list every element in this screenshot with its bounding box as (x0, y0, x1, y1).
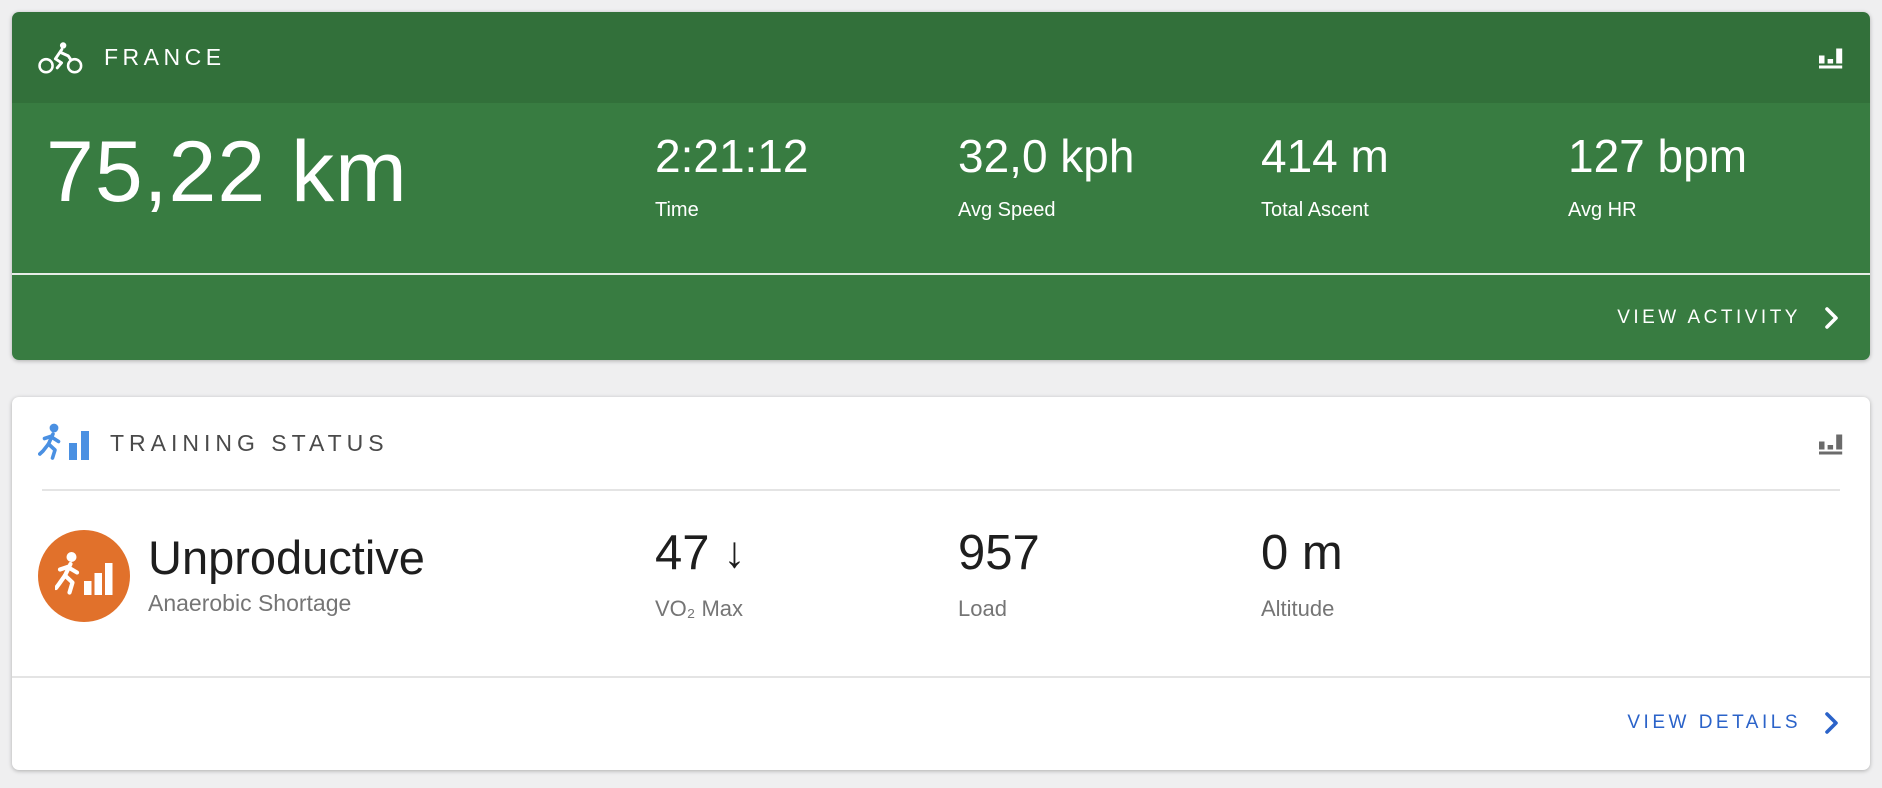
stat-avg-speed-label: Avg Speed (958, 199, 1056, 221)
training-status-title: TRAINING STATUS (110, 429, 389, 456)
training-card-header: TRAINING STATUS (12, 397, 1870, 489)
training-card-footer: VIEW DETAILS (12, 678, 1870, 767)
stat-altitude-label: Altitude (1261, 596, 1335, 621)
chevron-right-icon (1825, 711, 1838, 734)
bar-chart-icon[interactable] (1819, 46, 1844, 69)
stat-vo2max-value: 47 (655, 526, 710, 580)
stat-total-ascent: 414 m Total Ascent (1261, 133, 1389, 222)
activity-stats-section: 75,22 km 2:21:12 Time 32,0 kph Avg Speed… (12, 103, 1870, 273)
stat-time-value: 2:21:12 (655, 130, 809, 182)
stat-avg-speed: 32,0 kph Avg Speed (958, 133, 1134, 222)
bar-chart-icon[interactable] (1819, 432, 1844, 455)
stat-vo2max: 47 ↓ VO₂ Max (655, 526, 746, 622)
activity-card-header: FRANCE (12, 12, 1870, 103)
cycling-icon (38, 41, 83, 74)
stat-altitude: 0 m Altitude (1261, 529, 1343, 622)
stat-avg-speed-value: 32,0 kph (958, 130, 1135, 182)
stat-total-ascent-label: Total Ascent (1261, 199, 1369, 221)
activity-title: FRANCE (104, 44, 226, 70)
status-title: Unproductive (148, 531, 425, 584)
runner-chart-icon (38, 423, 89, 460)
training-status-section: Unproductive Anaerobic Shortage 47 ↓ VO₂… (12, 491, 1870, 676)
stat-load-label: Load (958, 596, 1007, 621)
training-status-badge (38, 530, 130, 622)
stat-avg-hr-label: Avg HR (1568, 199, 1637, 221)
stat-load: 957 Load (958, 529, 1040, 622)
view-activity-link[interactable]: VIEW ACTIVITY (1617, 307, 1838, 329)
status-subtitle: Anaerobic Shortage (148, 590, 352, 617)
training-status-card: TRAINING STATUS Unproductive Anaerobic S… (12, 397, 1870, 770)
view-details-link[interactable]: VIEW DETAILS (1627, 712, 1838, 734)
trend-down-arrow-icon: ↓ (723, 528, 746, 577)
stat-avg-hr: 127 bpm Avg HR (1568, 133, 1747, 222)
stat-total-ascent-value: 414 m (1261, 130, 1389, 182)
view-activity-label: VIEW ACTIVITY (1617, 306, 1801, 328)
stat-time-label: Time (655, 199, 699, 221)
activity-card: FRANCE 75,22 km 2:21:12 Time 32,0 kph Av… (12, 12, 1870, 360)
distance-value: 75,22 km (46, 124, 408, 220)
training-status-text: Unproductive Anaerobic Shortage (148, 533, 425, 617)
stat-time: 2:21:12 Time (655, 133, 808, 222)
chevron-right-icon (1825, 306, 1838, 329)
stat-avg-hr-value: 127 bpm (1568, 130, 1748, 182)
stat-vo2max-label: VO₂ Max (655, 596, 743, 621)
stat-load-value: 957 (958, 526, 1040, 580)
stat-altitude-value: 0 m (1261, 526, 1343, 580)
view-details-label: VIEW DETAILS (1627, 711, 1801, 733)
activity-card-footer: VIEW ACTIVITY (12, 275, 1870, 360)
runner-chart-icon (55, 552, 113, 595)
